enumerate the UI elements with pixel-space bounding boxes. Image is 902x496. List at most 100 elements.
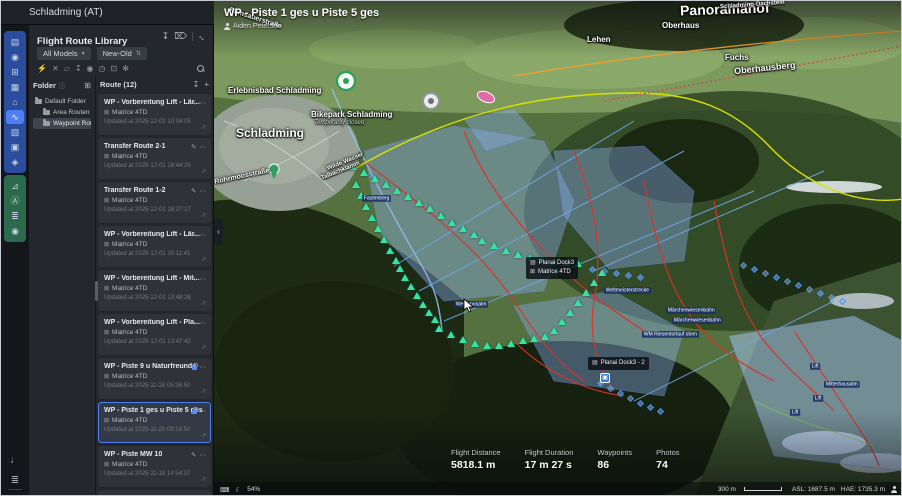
edit-icon[interactable]: ✎ bbox=[191, 99, 196, 107]
delete-icon[interactable]: ⌦ bbox=[174, 31, 187, 42]
waypoint-marker[interactable] bbox=[447, 331, 455, 338]
filter-close-icon[interactable]: ✕ bbox=[52, 65, 59, 73]
filter-user-icon[interactable]: ◉ bbox=[87, 65, 94, 73]
media-icon[interactable]: ▣ bbox=[6, 140, 24, 154]
more-icon[interactable]: ⋯ bbox=[200, 187, 207, 195]
share-icon[interactable]: ↗ bbox=[201, 168, 206, 175]
waypoint-marker[interactable] bbox=[425, 309, 433, 316]
more-icon[interactable]: ⋯ bbox=[200, 275, 207, 283]
waypoint-marker[interactable] bbox=[519, 337, 527, 344]
waypoint-marker[interactable] bbox=[386, 247, 394, 254]
filter-route-icon[interactable]: ⚡ bbox=[37, 65, 47, 73]
automation-icon[interactable]: Ⓐ bbox=[6, 194, 24, 208]
waypoint-marker[interactable] bbox=[382, 181, 390, 188]
waypoint-marker[interactable] bbox=[396, 265, 404, 272]
panel-collapse-handle[interactable]: ‹ bbox=[214, 219, 223, 245]
waypoint-marker[interactable] bbox=[368, 214, 376, 221]
more-icon[interactable]: ⋯ bbox=[200, 143, 207, 151]
model-icon[interactable]: ◈ bbox=[6, 155, 24, 169]
waypoint-marker[interactable] bbox=[404, 193, 412, 200]
edit-icon[interactable]: ✎ bbox=[191, 319, 196, 327]
edit-icon[interactable]: ✎ bbox=[191, 231, 196, 239]
share-icon[interactable]: ↗ bbox=[201, 212, 206, 219]
waypoint-marker[interactable] bbox=[566, 309, 574, 316]
waypoint-marker[interactable] bbox=[550, 327, 558, 334]
folder-tree-item[interactable]: Waypoint Routen bbox=[33, 118, 91, 129]
route-card[interactable]: WP - Vorbereitung Lift - Pla... ✎ ⋯ ⊠ Matric… bbox=[98, 314, 211, 355]
route-card[interactable]: WP - Piste 9 zum Piste 9 d...⋯⊠Matrice 4… bbox=[98, 490, 211, 495]
member-icon[interactable]: ◉ bbox=[6, 224, 24, 238]
route-card[interactable]: WP - Vorbereitung Lift - Lär... ✎ ⋯ ⊠ Matric… bbox=[98, 226, 211, 267]
route-card[interactable]: WP - Vorbereitung Lift - Lär... ✎ ⋯ ⊠ Matric… bbox=[98, 94, 211, 135]
waypoint-marker[interactable] bbox=[374, 225, 382, 232]
flight-route-icon[interactable]: ∿ bbox=[6, 110, 24, 124]
filter-folder-icon[interactable]: ▱ bbox=[64, 65, 70, 73]
expand-icon[interactable]: ↔ bbox=[196, 30, 209, 43]
map-viewport[interactable]: WP - Piste 1 ges u Piste 5 ges Aiden Pet… bbox=[214, 1, 901, 495]
waypoint-marker[interactable] bbox=[598, 269, 606, 276]
waypoint-marker[interactable] bbox=[507, 340, 515, 347]
scrollbar-thumb[interactable] bbox=[95, 281, 98, 301]
route-card[interactable]: Transfer Route 1-2 ✎ ⋯ ⊠ Matrice 4TD Updated … bbox=[98, 182, 211, 223]
share-icon[interactable]: ↗ bbox=[201, 300, 206, 307]
logs-icon[interactable]: ≣ bbox=[1, 475, 29, 486]
waypoint-marker[interactable] bbox=[478, 237, 486, 244]
pilots-icon[interactable]: ◉ bbox=[6, 50, 24, 64]
overview-icon[interactable]: ▤ bbox=[6, 35, 24, 49]
waypoint-marker[interactable] bbox=[582, 289, 590, 296]
share-icon[interactable]: ↗ bbox=[201, 476, 206, 483]
waypoint-marker[interactable] bbox=[459, 225, 467, 232]
more-icon[interactable]: ⋯ bbox=[200, 407, 207, 415]
waypoint-marker[interactable] bbox=[502, 247, 510, 254]
share-icon[interactable]: ↗ bbox=[201, 124, 206, 131]
edit-icon[interactable]: ✎ bbox=[191, 187, 196, 195]
waypoint-marker[interactable] bbox=[362, 203, 370, 210]
waypoint-marker[interactable] bbox=[431, 316, 439, 323]
add-folder-icon[interactable]: ⊞ bbox=[84, 81, 91, 90]
waypoint-marker[interactable] bbox=[514, 251, 522, 258]
dock-map-marker[interactable]: ▣ bbox=[600, 373, 610, 383]
filter-clock-icon[interactable]: ◷ bbox=[99, 65, 106, 73]
waypoint-marker[interactable] bbox=[448, 219, 456, 226]
waypoint-marker[interactable] bbox=[435, 325, 443, 332]
devices-icon[interactable]: ▦ bbox=[6, 80, 24, 94]
more-icon[interactable]: ⋯ bbox=[200, 231, 207, 239]
waypoint-marker[interactable] bbox=[574, 299, 582, 306]
waypoint-marker[interactable] bbox=[352, 181, 360, 188]
search-icon[interactable] bbox=[197, 65, 205, 73]
waypoint-marker[interactable] bbox=[401, 274, 409, 281]
dock-icon[interactable]: ⊞ bbox=[6, 65, 24, 79]
edit-icon[interactable]: ✎ bbox=[191, 143, 196, 151]
edit-icon[interactable]: ✎ bbox=[191, 451, 196, 459]
waypoint-marker[interactable] bbox=[407, 283, 415, 290]
waypoint-marker[interactable] bbox=[419, 301, 427, 308]
import-route-icon[interactable]: ↧ bbox=[193, 80, 200, 89]
keyboard-icon[interactable]: ⌨ bbox=[220, 486, 229, 494]
model-filter-dropdown[interactable]: All Models ▾ bbox=[37, 47, 91, 60]
waypoint-marker[interactable] bbox=[471, 340, 479, 347]
waypoint-marker[interactable] bbox=[541, 333, 549, 340]
waypoint-marker[interactable] bbox=[483, 342, 491, 349]
add-route-icon[interactable]: + bbox=[204, 80, 209, 89]
waypoint-marker[interactable] bbox=[490, 242, 498, 249]
filter-frame-icon[interactable]: ⊡ bbox=[111, 65, 118, 73]
organization-icon[interactable]: ⌂ bbox=[6, 95, 24, 109]
folder-tree-item[interactable]: Default Folder bbox=[33, 96, 91, 107]
filter-gear-icon[interactable]: ✻ bbox=[122, 65, 129, 73]
waypoint-marker[interactable] bbox=[393, 187, 401, 194]
waypoint-marker[interactable] bbox=[470, 231, 478, 238]
waypoint-marker[interactable] bbox=[590, 279, 598, 286]
route-card[interactable]: WP - Vorbereitung Lift - Mit... ✎ ⋯ ⊠ Matric… bbox=[98, 270, 211, 311]
filter-download-icon[interactable]: ↧ bbox=[75, 65, 82, 73]
waypoint-marker[interactable] bbox=[380, 236, 388, 243]
waypoint-marker[interactable] bbox=[413, 292, 421, 299]
sort-order-dropdown[interactable]: New-Old ⇅ bbox=[96, 47, 147, 60]
more-icon[interactable]: ⋯ bbox=[200, 99, 207, 107]
share-icon[interactable]: ↗ bbox=[201, 388, 206, 395]
waypoint-marker[interactable] bbox=[530, 335, 538, 342]
waypoint-marker[interactable] bbox=[371, 175, 379, 182]
waypoint-marker[interactable] bbox=[360, 169, 368, 176]
waypoint-marker[interactable] bbox=[426, 205, 434, 212]
waypoint-marker[interactable] bbox=[437, 212, 445, 219]
waypoint-marker[interactable] bbox=[558, 318, 566, 325]
